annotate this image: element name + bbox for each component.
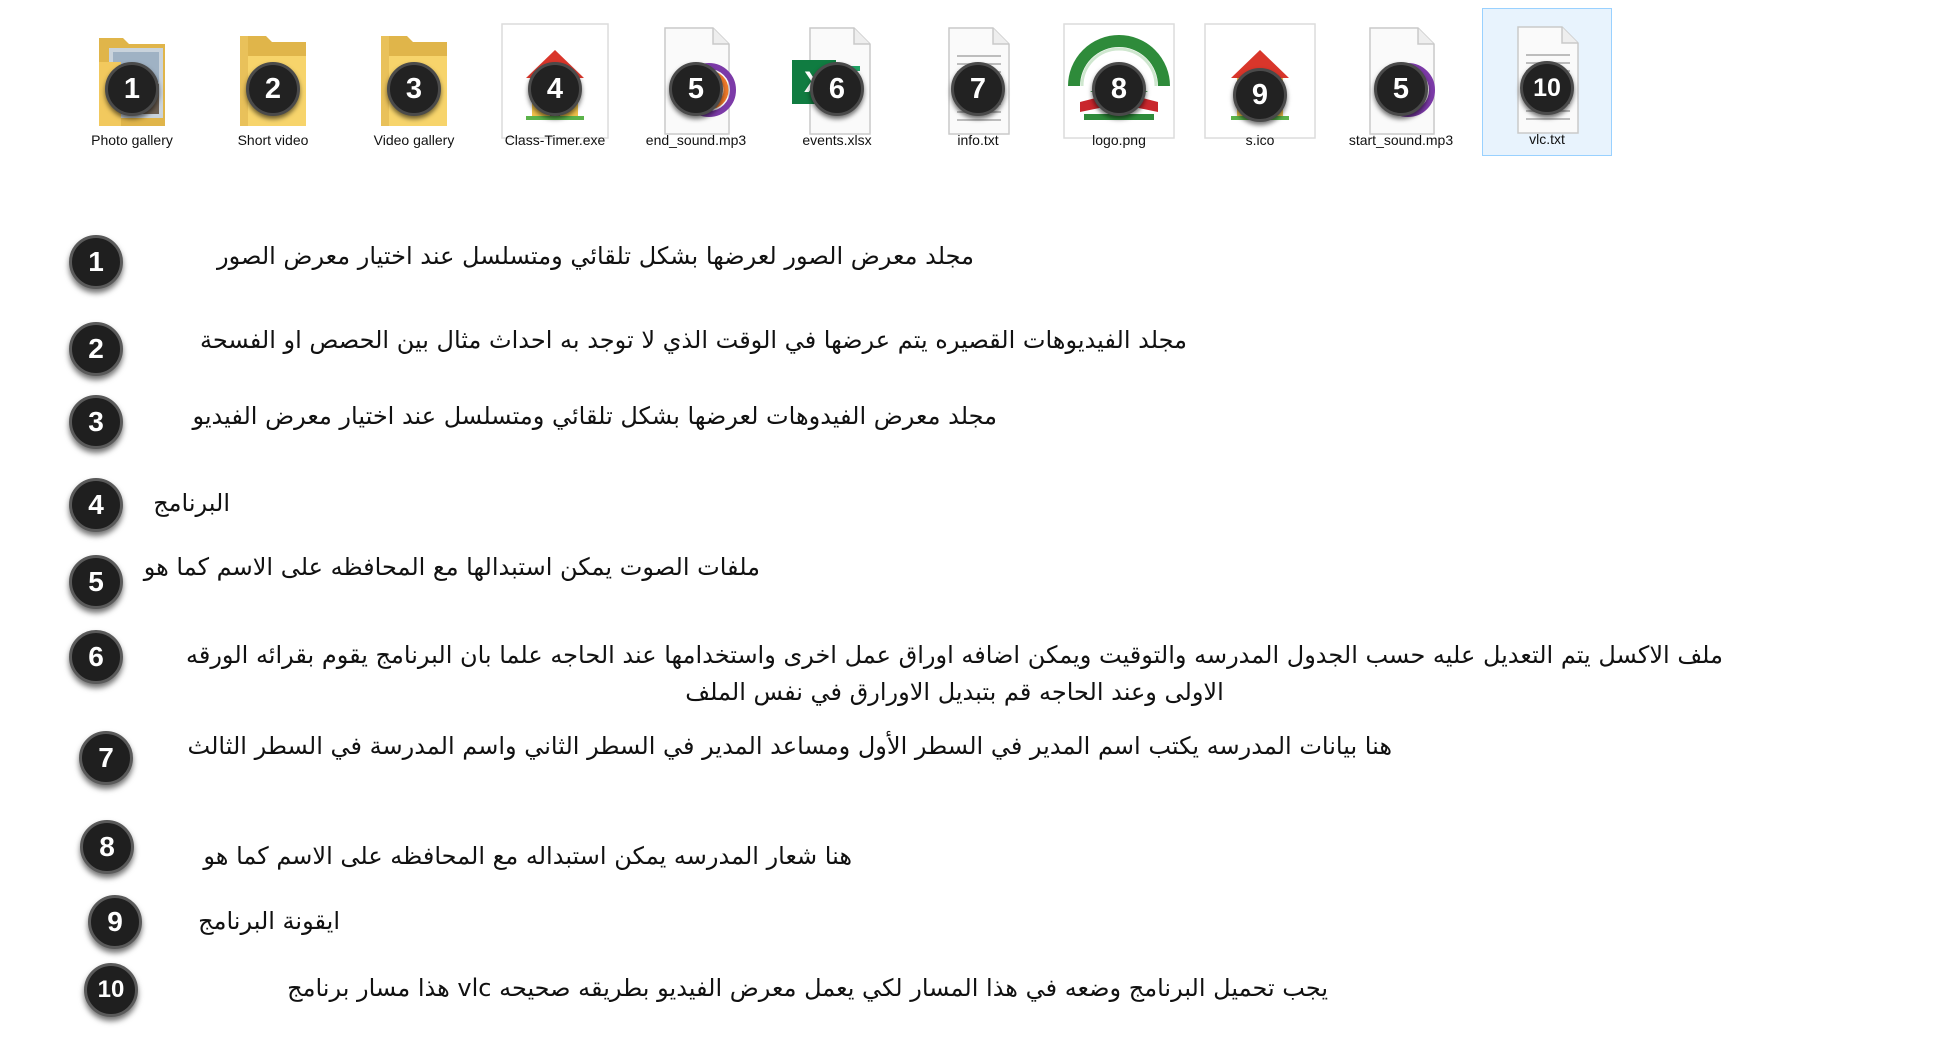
file-badge: 1 <box>105 62 159 116</box>
file-badge: 5 <box>669 62 723 116</box>
file-badge: 7 <box>951 62 1005 116</box>
file-badge: 2 <box>246 62 300 116</box>
file-logo-png[interactable]: 8 logo.png <box>1054 10 1184 156</box>
file-end-sound-mp3[interactable]: 5 end_sound.mp3 <box>631 10 761 156</box>
number-badge: 8 <box>80 820 134 874</box>
legend-item: 8 هنا شعار المدرسه يمكن استبداله مع المح… <box>0 820 1952 890</box>
file-vlc-txt[interactable]: 10 vlc.txt <box>1482 8 1612 156</box>
file-name: vlc.txt <box>1529 131 1565 147</box>
legend-item: 6 ملف الاكسل يتم التعديل عليه حسب الجدول… <box>0 627 1952 707</box>
legend-text: مجلد معرض الفيدوهات لعرضها بشكل تلقائي و… <box>192 402 997 430</box>
file-short-video[interactable]: 2 Short video <box>208 10 338 156</box>
number-badge: 5 <box>69 555 123 609</box>
legend-text-line: ملف الاكسل يتم التعديل عليه حسب الجدول ا… <box>186 641 1723 669</box>
legend-text: ملفات الصوت يمكن استبدالها مع المحافظه ع… <box>143 553 760 581</box>
file-events-xlsx[interactable]: X 6 events.xlsx <box>772 10 902 156</box>
file-badge: 4 <box>528 62 582 116</box>
legend-text: ايقونة البرنامج <box>198 907 340 935</box>
file-explorer-icon-view: 1 Photo gallery 2 Short video 3 Video ga… <box>0 0 1952 160</box>
legend-text-line: الاولى وعند الحاجه قم بتبديل الاورارق في… <box>685 678 1224 706</box>
number-badge: 7 <box>79 731 133 785</box>
legend-item: 10 يجب تحميل البرنامج وضعه في هذا المسار… <box>0 960 1952 1030</box>
number-badge: 9 <box>88 895 142 949</box>
legend-text: هنا بيانات المدرسه يكتب اسم المدير في ال… <box>187 732 1392 760</box>
file-s-ico[interactable]: 9 s.ico <box>1195 10 1325 156</box>
legend-text: البرنامج <box>153 489 230 517</box>
legend-item: 9 ايقونة البرنامج <box>0 893 1952 963</box>
file-badge: 8 <box>1092 62 1146 116</box>
file-badge: 3 <box>387 62 441 116</box>
legend-item: 5 ملفات الصوت يمكن استبدالها مع المحافظه… <box>0 548 1952 618</box>
legend-text: مجلد الفيديوهات القصيره يتم عرضها في الو… <box>200 326 1187 354</box>
number-badge: 10 <box>84 963 138 1017</box>
legend-item: 4 البرنامج <box>0 475 1952 545</box>
file-badge: 10 <box>1520 61 1574 115</box>
number-badge: 1 <box>69 235 123 289</box>
legend-item: 2 مجلد الفيديوهات القصيره يتم عرضها في ا… <box>0 315 1952 385</box>
file-badge: 5 <box>1374 62 1428 116</box>
file-class-timer-exe[interactable]: 4 Class-Timer.exe <box>490 10 620 156</box>
legend-text: مجلد معرض الصور لعرضها بشكل تلقائي ومتسل… <box>217 242 974 270</box>
number-badge: 3 <box>69 395 123 449</box>
file-start-sound-mp3[interactable]: 5 start_sound.mp3 <box>1336 10 1466 156</box>
legend-text: هنا شعار المدرسه يمكن استبداله مع المحاف… <box>203 842 852 870</box>
file-badge: 9 <box>1233 68 1287 122</box>
file-info-txt[interactable]: 7 info.txt <box>913 10 1043 156</box>
number-badge: 2 <box>69 322 123 376</box>
legend-item: 7 هنا بيانات المدرسه يكتب اسم المدير في … <box>0 722 1952 792</box>
number-badge: 4 <box>69 478 123 532</box>
file-badge: 6 <box>810 62 864 116</box>
file-photo-gallery[interactable]: 1 Photo gallery <box>67 10 197 156</box>
legend-text: ملف الاكسل يتم التعديل عليه حسب الجدول ا… <box>142 637 1767 711</box>
file-video-gallery[interactable]: 3 Video gallery <box>349 10 479 156</box>
legend-item: 3 مجلد معرض الفيدوهات لعرضها بشكل تلقائي… <box>0 392 1952 462</box>
legend-text: يجب تحميل البرنامج وضعه في هذا المسار لك… <box>287 974 1328 1002</box>
number-badge: 6 <box>69 630 123 684</box>
legend-item: 1 مجلد معرض الصور لعرضها بشكل تلقائي ومت… <box>0 232 1952 302</box>
file-name: start_sound.mp3 <box>1348 132 1454 148</box>
